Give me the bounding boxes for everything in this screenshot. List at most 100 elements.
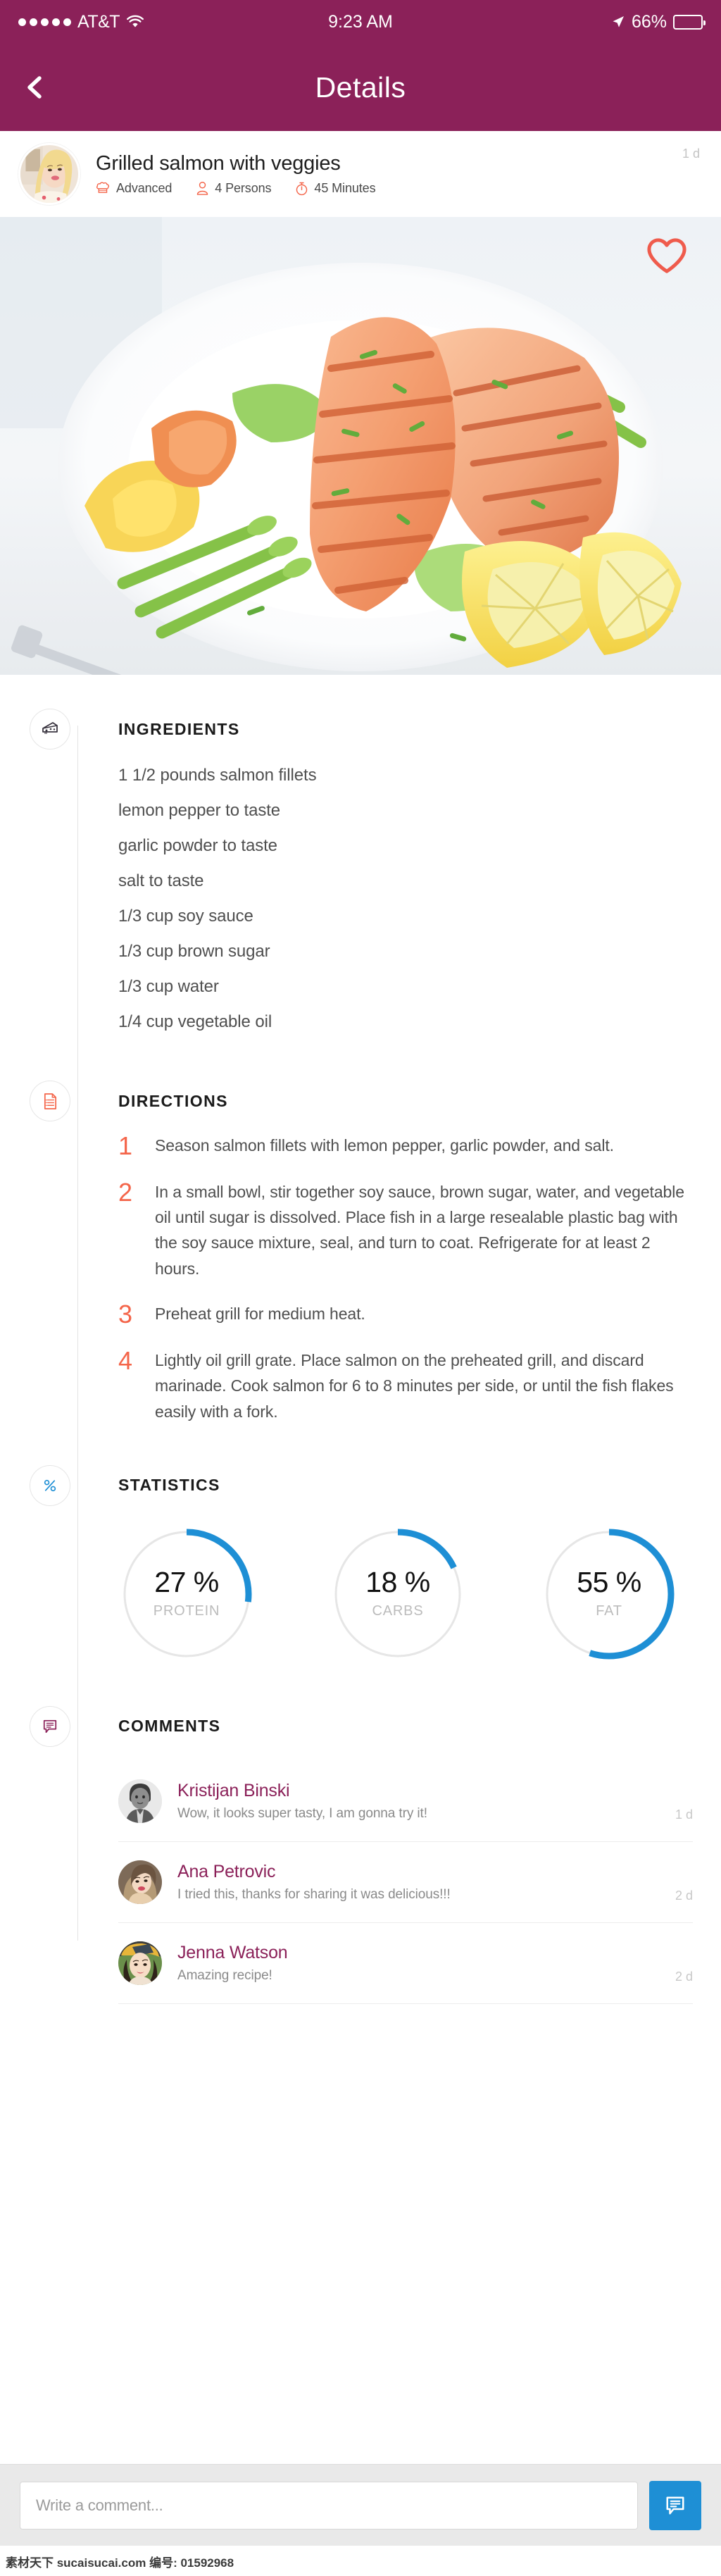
statistics-header: STATISTICS (30, 1461, 693, 1510)
nutrition-gauges: 27 % PROTEIN 18 % CARBS 55 % FAT (118, 1510, 693, 1669)
comment-body: Kristijan Binski Wow, it looks super tast… (177, 1779, 667, 1823)
comment-timestamp: 2 d (675, 1888, 693, 1903)
chevron-left-icon (21, 73, 49, 101)
chef-hat-icon (96, 181, 111, 196)
direction-step-number: 1 (118, 1131, 132, 1160)
comments-list: Kristijan Binski Wow, it looks super tast… (118, 1751, 693, 2004)
direction-step-text: Preheat grill for medium heat. (155, 1305, 365, 1324)
navigation-bar: Details (0, 44, 721, 131)
nutrition-gauge: 27 % PROTEIN (118, 1526, 255, 1662)
status-bar: AT&T 9:23 AM 66% (0, 0, 721, 44)
recipe-timestamp: 1 d (682, 147, 700, 161)
comments-title: COMMENTS (118, 1717, 221, 1736)
person-icon (196, 181, 209, 196)
comment-body: Ana Petrovic I tried this, thanks for sha… (177, 1860, 667, 1904)
battery-icon (673, 14, 706, 30)
recipe-content: INGREDIENTS 1 1/2 pounds salmon fillets l… (0, 675, 721, 2046)
ingredient-item: 1 1/2 pounds salmon fillets (118, 766, 317, 785)
ingredients-title: INGREDIENTS (118, 719, 240, 738)
meta-difficulty: Advanced (96, 181, 172, 196)
section-ingredients: INGREDIENTS 1 1/2 pounds salmon fillets l… (0, 675, 721, 1040)
comment-input[interactable]: Write a comment... (20, 2481, 638, 2530)
gauge-label: CARBS (372, 1603, 424, 1619)
gauge-label: PROTEIN (153, 1603, 220, 1619)
recipe-photo-image (0, 217, 721, 675)
watermark: 素材天下 sucaisucai.com 编号: 01592968 (6, 2556, 234, 2570)
direction-step: 2 In a small bowl, stir together soy sauc… (118, 1177, 693, 1281)
back-button[interactable] (0, 52, 70, 123)
gauge-value: 55 % (577, 1566, 641, 1599)
meta-servings-label: 4 Persons (215, 180, 272, 195)
direction-step-text: In a small bowl, stir together soy sauce… (155, 1182, 684, 1278)
section-comments: COMMENTS Kristijan Binski Wow, it looks s… (0, 1669, 721, 2004)
meta-servings: 4 Persons (196, 180, 272, 196)
comment-compose-bar: Write a comment... (0, 2464, 721, 2546)
comment-text: Amazing recipe! (177, 1967, 272, 1983)
comment-avatar[interactable] (118, 1941, 162, 1985)
comment-author-name[interactable]: Kristijan Binski (177, 1781, 667, 1801)
recipe-meta: Advanced 4 Persons 45 Minutes (96, 181, 682, 196)
directions-title: DIRECTIONS (118, 1091, 228, 1110)
ingredient-item: garlic powder to taste (118, 836, 277, 855)
comment-timestamp: 2 d (675, 1969, 693, 1984)
direction-step-number: 2 (118, 1177, 132, 1207)
meta-difficulty-label: Advanced (116, 180, 173, 195)
directions-list: 1 Season salmon fillets with lemon pepper… (118, 1126, 693, 1424)
comment-item[interactable]: Jenna Watson Amazing recipe! 2 d (118, 1923, 693, 2004)
direction-step-text: Season salmon fillets with lemon pepper,… (155, 1136, 614, 1155)
heart-outline-icon (646, 237, 687, 275)
directions-header: DIRECTIONS (30, 1076, 693, 1126)
recipe-header-info: Grilled salmon with veggies Advanced 4 P… (96, 152, 682, 195)
comment-timestamp: 1 d (675, 1807, 693, 1822)
recipe-photo[interactable] (0, 217, 721, 675)
gauge-label: FAT (596, 1603, 622, 1619)
comments-header: COMMENTS (30, 1702, 693, 1751)
recipe-title: Grilled salmon with veggies (96, 152, 341, 175)
comment-body: Jenna Watson Amazing recipe! (177, 1941, 667, 1985)
meta-duration: 45 Minutes (295, 180, 376, 196)
phone-screen: AT&T 9:23 AM 66% Details Grilled salmon … (0, 0, 721, 2576)
direction-step-text: Lightly oil grill grate. Place salmon on… (155, 1350, 674, 1421)
ingredient-item: 1/4 cup vegetable oil (118, 1012, 272, 1031)
direction-step: 3 Preheat grill for medium heat. (118, 1301, 693, 1328)
favorite-button[interactable] (646, 237, 687, 275)
comment-avatar[interactable] (118, 1860, 162, 1904)
speech-bubble-icon (665, 2495, 686, 2516)
ingredient-item: 1/3 cup water (118, 977, 219, 996)
timer-icon (295, 181, 308, 196)
direction-step-number: 4 (118, 1345, 132, 1375)
ingredient-item: salt to taste (118, 871, 204, 890)
cheese-icon (30, 709, 70, 749)
direction-step: 1 Season salmon fillets with lemon pepper… (118, 1133, 693, 1159)
page-title: Details (315, 70, 406, 104)
section-statistics: STATISTICS 27 % PROTEIN 18 % CARBS 55 % FAT (0, 1444, 721, 1669)
speech-bubble-icon (30, 1705, 70, 1747)
comment-author-name[interactable]: Ana Petrovic (177, 1862, 667, 1882)
section-directions: DIRECTIONS 1 Season salmon fillets with l… (0, 1040, 721, 1424)
meta-duration-label: 45 Minutes (314, 180, 376, 195)
gauge-value: 18 % (365, 1566, 430, 1599)
comment-text: I tried this, thanks for sharing it was … (177, 1886, 451, 1902)
gauge-value: 27 % (154, 1566, 219, 1599)
author-avatar[interactable] (18, 143, 80, 205)
comment-item[interactable]: Kristijan Binski Wow, it looks super tast… (118, 1761, 693, 1842)
percent-icon (30, 1464, 70, 1506)
comment-text: Wow, it looks super tasty, I am gonna tr… (177, 1805, 427, 1821)
comment-author-name[interactable]: Jenna Watson (177, 1943, 667, 1963)
ingredients-header: INGREDIENTS (30, 704, 693, 754)
send-comment-button[interactable] (649, 2480, 701, 2530)
statistics-title: STATISTICS (118, 1476, 220, 1495)
ingredient-item: lemon pepper to taste (118, 801, 281, 820)
ingredients-list: 1 1/2 pounds salmon fillets lemon pepper … (118, 754, 693, 1040)
comment-item[interactable]: Ana Petrovic I tried this, thanks for sha… (118, 1842, 693, 1923)
document-list-icon (30, 1081, 70, 1121)
direction-step: 4 Lightly oil grill grate. Place salmon o… (118, 1348, 693, 1424)
nutrition-gauge: 55 % FAT (541, 1526, 677, 1662)
direction-step-number: 3 (118, 1300, 132, 1329)
ingredient-item: 1/3 cup soy sauce (118, 907, 253, 926)
recipe-header: Grilled salmon with veggies Advanced 4 P… (0, 131, 721, 217)
nutrition-gauge: 18 % CARBS (330, 1526, 466, 1662)
ingredient-item: 1/3 cup brown sugar (118, 942, 270, 961)
comment-avatar[interactable] (118, 1779, 162, 1823)
clock: 9:23 AM (328, 11, 393, 32)
